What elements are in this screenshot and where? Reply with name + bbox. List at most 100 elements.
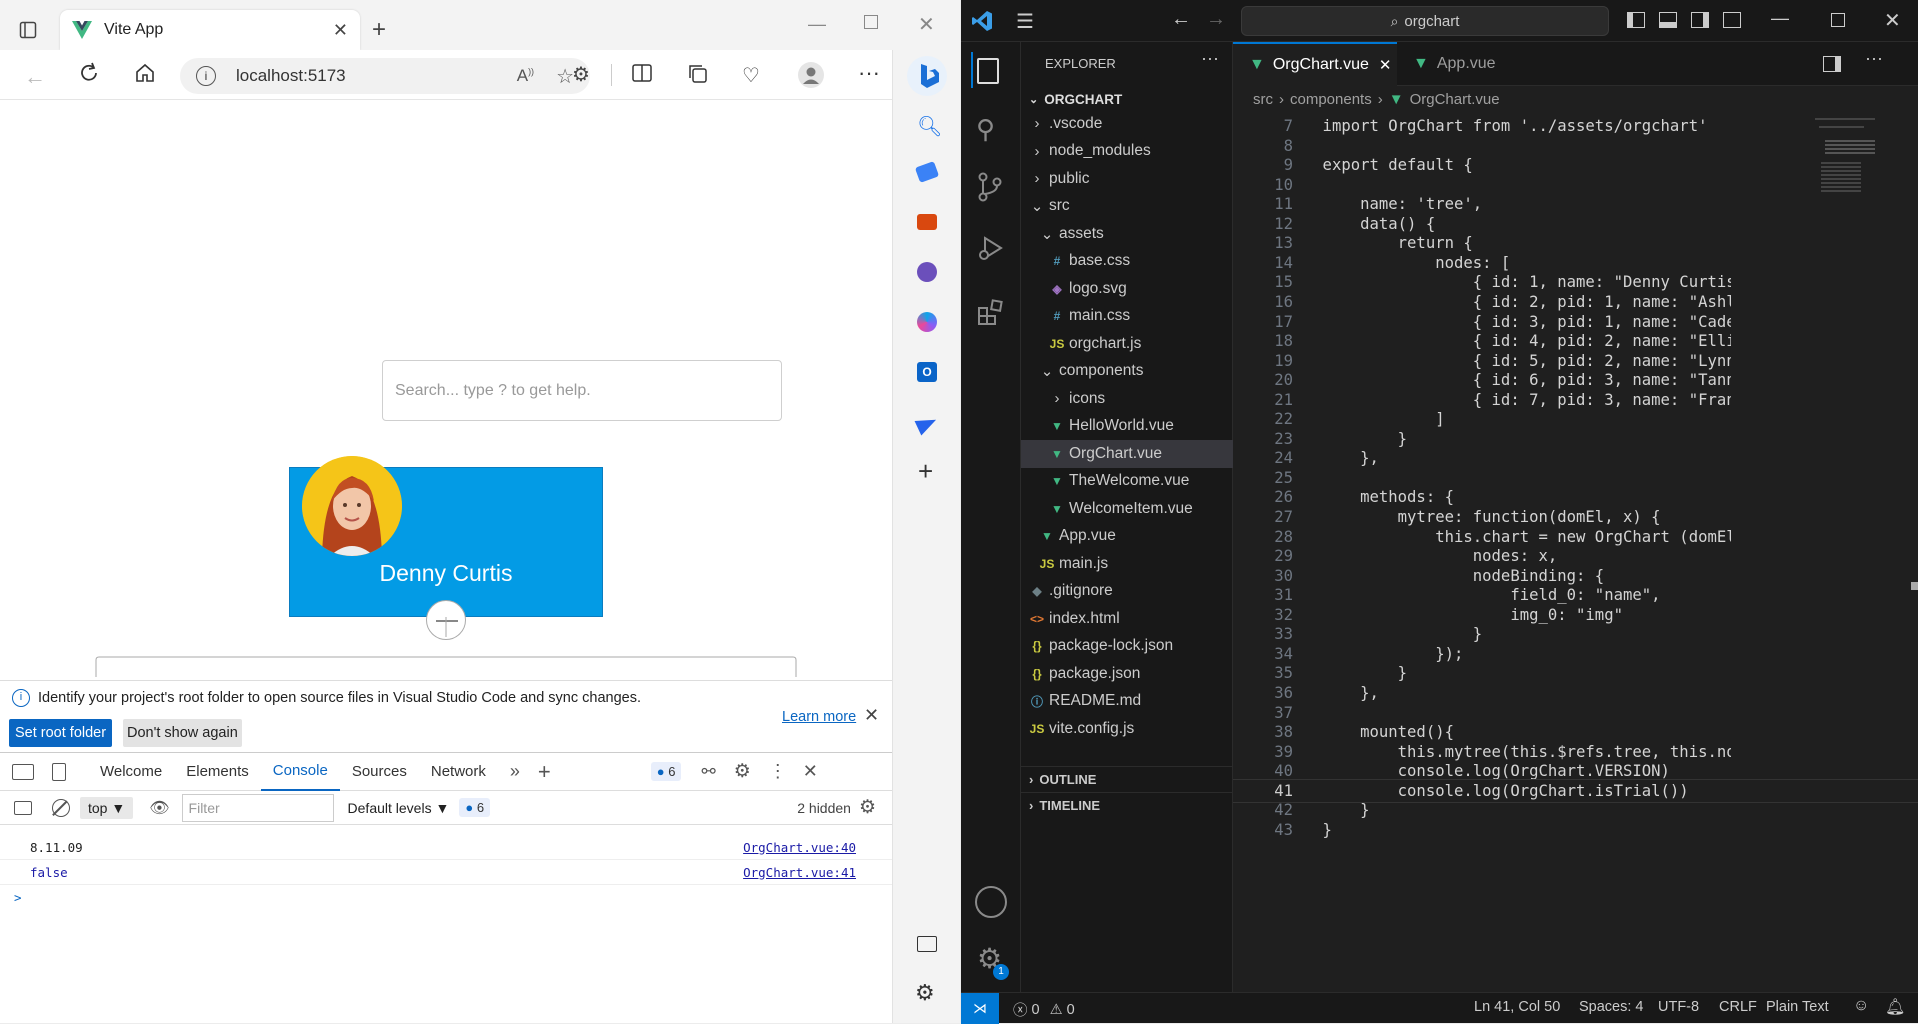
tree-file[interactable]: JS main.js (1021, 550, 1233, 578)
close-infobar-icon[interactable]: ✕ (864, 705, 879, 726)
console-filter-input[interactable]: Filter (181, 793, 334, 822)
read-aloud-icon[interactable]: A)) (517, 66, 534, 86)
add-tool-icon[interactable]: + (538, 759, 551, 785)
devtools-tab-welcome[interactable]: Welcome (88, 753, 174, 791)
devtools-tab-console[interactable]: Console (260, 753, 340, 791)
command-center[interactable]: ⌕ orgchart (1241, 6, 1609, 36)
tab-actions-icon[interactable] (18, 20, 38, 40)
encoding[interactable]: UTF-8 (1658, 999, 1699, 1015)
tree-file[interactable]: {} package-lock.json (1021, 633, 1233, 661)
tree-file[interactable]: ▼ OrgChart.vue (1021, 440, 1233, 468)
extensions-icon[interactable] (977, 298, 1005, 329)
tree-file[interactable]: ▼ TheWelcome.vue (1021, 468, 1233, 496)
clear-console-icon[interactable] (52, 798, 70, 817)
explorer-icon[interactable] (977, 58, 999, 84)
orgchart-search-input[interactable]: Search... type ? to get help. (382, 360, 782, 421)
editor-tab-app[interactable]: ▼ App.vue (1397, 42, 1527, 86)
microsoft365-icon[interactable] (917, 312, 937, 332)
device-toolbar-icon[interactable] (52, 762, 66, 781)
browser-essentials-icon[interactable]: ♡ (742, 63, 760, 88)
indentation[interactable]: Spaces: 4 (1579, 999, 1644, 1015)
toggle-panel-icon[interactable] (1659, 12, 1677, 28)
tree-file[interactable]: ⓘ README.md (1021, 688, 1233, 716)
nav-back-icon[interactable]: ← (1171, 8, 1191, 31)
breadcrumb-item[interactable]: src (1253, 91, 1273, 108)
tree-file[interactable]: ▼ HelloWorld.vue (1021, 413, 1233, 441)
console-source-link[interactable]: OrgChart.vue:40 (743, 840, 856, 855)
minimize-icon[interactable]: — (1771, 8, 1789, 29)
line-endings[interactable]: CRLF (1719, 999, 1757, 1015)
tree-folder[interactable]: ⌄ components (1021, 358, 1233, 386)
close-tab-icon[interactable]: ✕ (1379, 56, 1392, 74)
minimize-icon[interactable]: — (808, 14, 826, 35)
editor-tab-orgchart[interactable]: ▼ OrgChart.vue ✕ (1233, 42, 1397, 86)
tree-file[interactable]: <> index.html (1021, 605, 1233, 633)
copilot-icon[interactable] (907, 56, 947, 96)
maximize-icon[interactable] (1831, 13, 1845, 27)
accounts-icon[interactable] (975, 886, 1007, 918)
cursor-position[interactable]: Ln 41, Col 50 (1474, 999, 1560, 1015)
explorer-more-icon[interactable]: ··· (1201, 48, 1219, 69)
tree-folder[interactable]: › .vscode (1021, 110, 1233, 138)
search-icon[interactable]: 🔍︎ (917, 114, 942, 139)
devtools-settings-icon[interactable]: ⚙ (734, 760, 751, 783)
split-screen-icon[interactable] (632, 64, 652, 82)
back-icon[interactable]: ← (24, 64, 46, 90)
tree-file[interactable]: # base.css (1021, 248, 1233, 276)
add-sidebar-app-icon[interactable]: + (918, 456, 933, 487)
run-debug-icon[interactable] (977, 234, 1005, 265)
tree-folder[interactable]: ⌄ src (1021, 193, 1233, 221)
set-root-folder-button[interactable]: Set root folder (9, 719, 113, 747)
browser-tab[interactable]: Vite App ✕ (60, 10, 360, 50)
more-menu-icon[interactable]: ··· (858, 60, 880, 86)
tree-file[interactable]: {} package.json (1021, 660, 1233, 688)
inspect-element-icon[interactable] (12, 763, 34, 780)
source-control-icon[interactable] (977, 172, 1003, 205)
refresh-icon[interactable] (78, 62, 100, 84)
remote-indicator-icon[interactable]: ⋊ (961, 993, 999, 1024)
log-levels-select[interactable]: Default levels ▼ (348, 800, 450, 816)
language-mode[interactable]: Plain Text (1766, 999, 1829, 1015)
more-tabs-icon[interactable]: » (510, 761, 520, 782)
breadcrumb-item[interactable]: components (1290, 91, 1372, 108)
close-devtools-icon[interactable]: ✕ (803, 761, 818, 782)
tree-file[interactable]: ◆ .gitignore (1021, 578, 1233, 606)
info-icon[interactable]: i (196, 66, 216, 86)
close-window-icon[interactable]: ✕ (918, 12, 935, 37)
search-icon[interactable]: ⚲ (976, 114, 995, 145)
tree-folder[interactable]: › icons (1021, 385, 1233, 413)
menu-icon[interactable]: ☰ (1016, 9, 1034, 34)
close-tab-icon[interactable]: ✕ (333, 20, 348, 41)
split-editor-icon[interactable] (1823, 56, 1841, 72)
tree-file[interactable]: ▼ WelcomeItem.vue (1021, 495, 1233, 523)
profile-avatar-icon[interactable] (798, 62, 824, 88)
devtools-tab-sources[interactable]: Sources (340, 753, 419, 791)
tree-file[interactable]: JS vite.config.js (1021, 715, 1233, 743)
issues-badge[interactable]: ● 6 (650, 762, 682, 781)
customize-layout-icon[interactable] (1723, 12, 1741, 28)
context-select[interactable]: top ▼ (80, 796, 134, 819)
outline-section[interactable]: › OUTLINE (1021, 766, 1233, 792)
hide-sidebar-icon[interactable] (917, 936, 937, 952)
feedback-icon[interactable]: ☺ (1853, 997, 1869, 1015)
connect-icon[interactable]: ⚯ (701, 762, 715, 782)
outlook-icon[interactable]: O (917, 362, 937, 382)
maximize-icon[interactable] (864, 15, 878, 29)
messages-badge[interactable]: ● 6 (459, 798, 491, 817)
shopping-icon[interactable] (914, 161, 940, 183)
collections-icon[interactable] (688, 64, 708, 84)
close-window-icon[interactable]: ✕ (1884, 8, 1901, 33)
console-source-link[interactable]: OrgChart.vue:41 (743, 865, 856, 880)
tree-file[interactable]: ◈ logo.svg (1021, 275, 1233, 303)
toggle-secondary-sidebar-icon[interactable] (1691, 12, 1709, 28)
home-icon[interactable] (134, 62, 156, 84)
tree-folder[interactable]: › node_modules (1021, 138, 1233, 166)
devtools-tab-network[interactable]: Network (419, 753, 498, 791)
devtools-menu-icon[interactable]: ⋮ (769, 761, 787, 782)
problems-indicator[interactable]: ⓧ 0 ⚠ 0 (1013, 999, 1075, 1020)
address-bar[interactable]: i localhost:5173 A)) ☆ (180, 58, 590, 94)
toggle-sidebar-icon[interactable] (1627, 12, 1645, 28)
games-icon[interactable] (917, 262, 937, 282)
breadcrumb-item[interactable]: OrgChart.vue (1410, 91, 1500, 108)
learn-more-link[interactable]: Learn more (782, 709, 856, 725)
